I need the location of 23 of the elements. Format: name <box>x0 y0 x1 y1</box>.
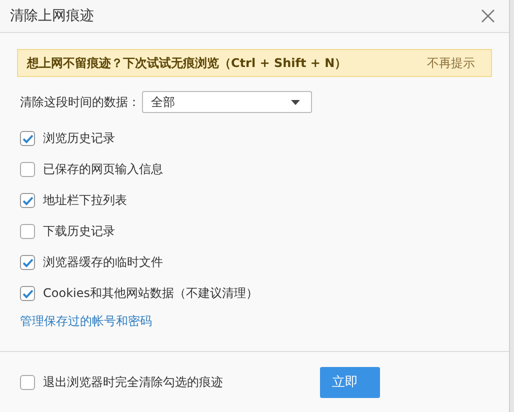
checkbox[interactable] <box>20 374 35 390</box>
close-icon[interactable] <box>481 9 495 23</box>
option-label: Cookies和其他网站数据（不建议清理） <box>43 285 258 302</box>
checkbox[interactable] <box>20 131 35 146</box>
checkbox[interactable] <box>20 255 35 270</box>
option-label: 地址栏下拉列表 <box>43 192 127 209</box>
dismiss-link[interactable]: 不再提示 <box>427 54 475 72</box>
clear-now-button[interactable]: 立即 <box>320 366 380 398</box>
dropdown-arrow-icon <box>291 100 300 104</box>
manage-accounts-link[interactable]: 管理保存过的帐号和密码 <box>17 313 152 330</box>
checkbox[interactable] <box>20 162 35 177</box>
option-label: 退出浏览器时完全清除勾选的痕迹 <box>43 374 223 390</box>
checkbox[interactable] <box>20 286 35 301</box>
checkbox[interactable] <box>20 193 35 208</box>
tip-text: 想上网不留痕迹？下次试试无痕浏览（Ctrl + Shift + N） <box>27 54 347 72</box>
range-label: 清除这段时间的数据： <box>20 94 140 110</box>
window-title: 清除上网痕迹 <box>10 7 94 25</box>
range-dropdown[interactable]: 全部 <box>142 91 312 113</box>
option-label: 下载历史记录 <box>43 223 115 240</box>
option-label: 浏览器缓存的临时文件 <box>43 254 163 271</box>
checkbox[interactable] <box>20 224 35 239</box>
option-label: 已保存的网页输入信息 <box>43 161 163 178</box>
option-label: 浏览历史记录 <box>43 130 115 147</box>
